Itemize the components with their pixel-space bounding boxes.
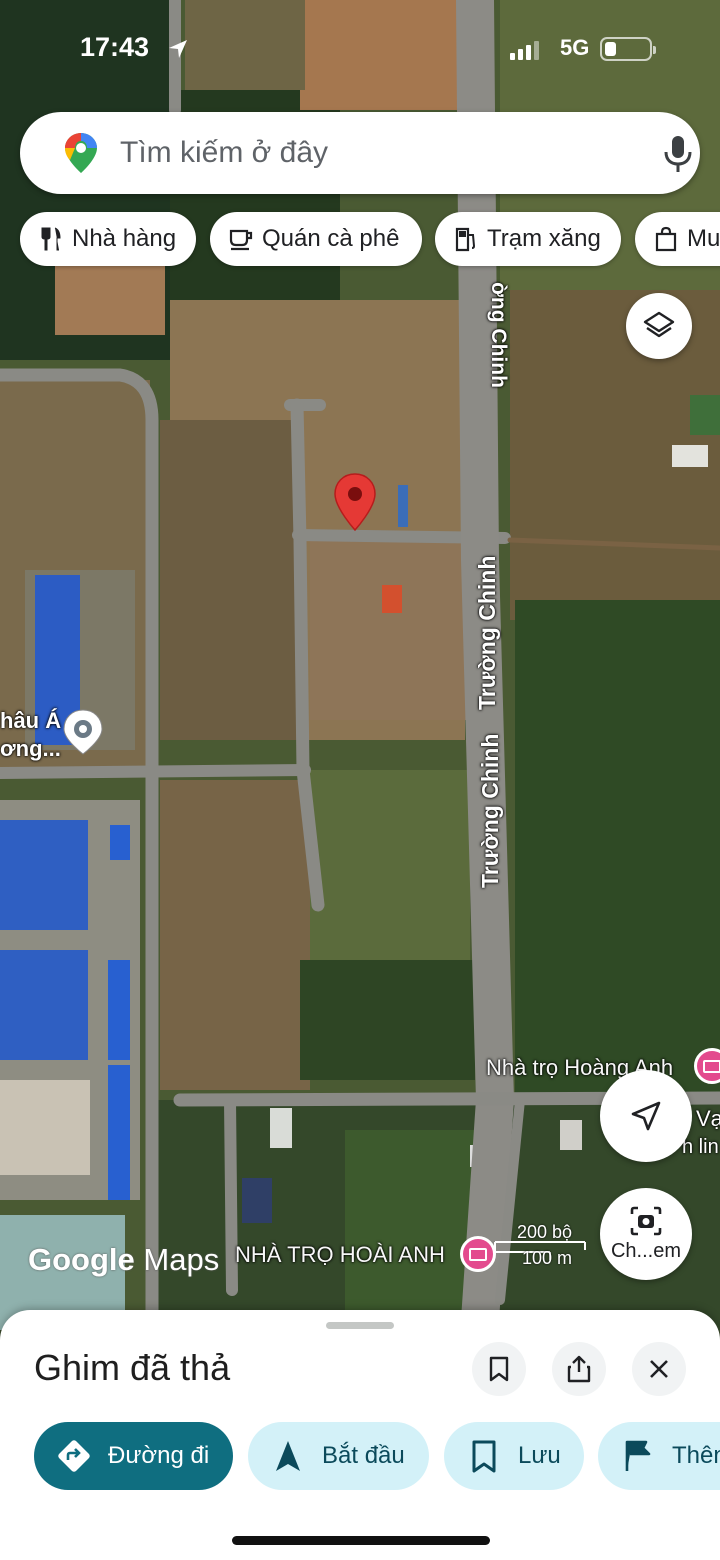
place-label-chau-a-sub: ơng... [0,736,61,761]
signal-icon [510,38,542,60]
save-icon-button[interactable] [472,1342,526,1396]
category-chips: Nhà hàng Quán cà phê Trạm xăng Mu [20,212,720,268]
dropped-pin-marker[interactable] [333,472,377,534]
directions-button[interactable]: Đường đi [34,1422,233,1490]
bookmark-icon [489,1356,509,1382]
coffee-icon [229,229,253,251]
home-indicator[interactable] [232,1536,490,1545]
camera-lens-icon [630,1206,662,1235]
google-maps-attribution: Google Maps [28,1242,220,1277]
layers-icon [643,311,675,338]
search-input[interactable] [120,132,620,174]
my-location-button[interactable] [600,1070,692,1162]
chip-label: Mu [687,225,720,252]
place-bottom-sheet[interactable]: Ghim đã thả Đường đi Bắt đầu Lưu Thên [0,1310,720,1560]
battery-icon [600,37,656,61]
close-icon [650,1360,668,1378]
road-label-truong-chinh-mid: Trường Chinh [474,555,500,710]
directions-icon [58,1440,90,1472]
start-button[interactable]: Bắt đầu [248,1422,429,1490]
place-label-chau-a: hâu Á [0,708,62,733]
place-pin-icon[interactable] [62,708,104,756]
share-icon [567,1355,591,1383]
restaurant-icon [41,227,61,251]
navigation-start-icon [276,1441,300,1471]
action-label: Thên [672,1442,720,1469]
place-label-va: Vạ [696,1106,720,1131]
lens-label: Ch...em [610,1239,682,1262]
bookmark-icon [472,1440,496,1473]
sheet-title: Ghim đã thả [34,1347,231,1388]
share-button[interactable] [552,1342,606,1396]
microphone-icon[interactable] [660,134,696,174]
flag-icon [625,1440,651,1471]
google-maps-pin-icon [65,133,97,173]
gas-station-icon [455,227,476,252]
action-label: Bắt đầu [322,1442,405,1469]
place-label-nha-tro-hoai-anh[interactable]: NHÀ TRỌ HOÀI ANH [235,1242,445,1268]
search-bar[interactable] [20,112,700,194]
shopping-bag-icon [655,226,677,252]
network-type: 5G [560,35,590,60]
map-scale: 200 bộ 100 m [490,1222,590,1272]
road-label-truong-chinh-top: ờng Chinh [487,282,510,388]
save-button[interactable]: Lưu [444,1422,584,1490]
chip-label: Trạm xăng [487,225,601,252]
scale-label-meters: 100 m [521,1248,572,1268]
action-label: Lưu [518,1442,561,1469]
chip-label: Nhà hàng [72,225,177,252]
action-label: Đường đi [108,1442,210,1469]
layers-button[interactable] [626,293,692,359]
chip-label: Quán cà phê [262,225,400,252]
chip-gas-station[interactable]: Trạm xăng [435,212,621,266]
status-time: 17:43 [80,32,150,62]
place-label-h-lin: h lin [682,1136,719,1158]
more-button[interactable]: Thên [598,1422,720,1490]
status-bar: 17:43 5G [0,0,720,100]
navigation-arrow-icon [631,1101,661,1131]
lens-button[interactable]: Ch...em [600,1188,692,1280]
sheet-drag-handle[interactable] [326,1322,394,1329]
close-button[interactable] [632,1342,686,1396]
location-arrow-icon [169,40,187,58]
chip-restaurants[interactable]: Nhà hàng [20,212,196,266]
chip-shopping[interactable]: Mu [635,212,720,266]
chip-coffee[interactable]: Quán cà phê [210,212,422,266]
road-label-truong-chinh-low: Trường Chinh [477,733,503,888]
